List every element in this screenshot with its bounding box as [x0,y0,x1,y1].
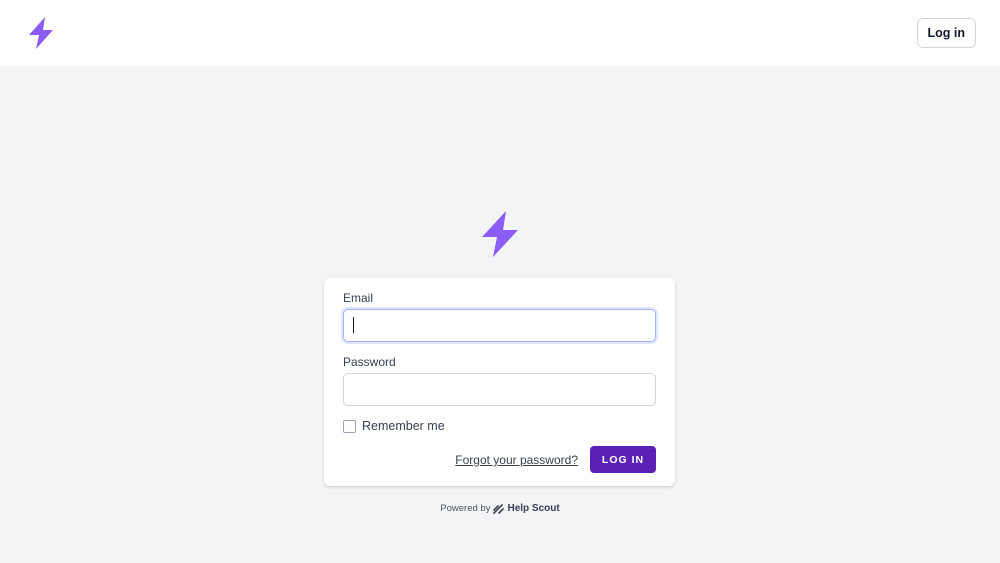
password-label: Password [343,355,396,369]
powered-by-footer: Powered by Help Scout [0,503,1000,514]
email-field[interactable] [343,309,656,342]
login-card: Email Password Remember me Forgot your p… [324,278,675,486]
header-login-button[interactable]: Log in [916,18,976,48]
password-field[interactable] [343,373,656,406]
remember-me-row[interactable]: Remember me [343,419,445,433]
powered-by-text: Powered by [440,503,491,514]
help-scout-brand-name[interactable]: Help Scout [507,503,559,514]
text-caret [353,317,354,333]
lightning-bolt-icon [479,210,521,258]
help-scout-logo-icon [493,503,505,514]
forgot-password-link[interactable]: Forgot your password? [455,453,578,467]
remember-me-label: Remember me [362,419,445,433]
lightning-bolt-icon[interactable] [26,16,56,50]
top-navigation-bar: Log in [0,0,1000,66]
login-submit-button[interactable]: LOG IN [590,446,656,473]
email-label: Email [343,291,374,305]
remember-me-checkbox[interactable] [343,419,356,433]
